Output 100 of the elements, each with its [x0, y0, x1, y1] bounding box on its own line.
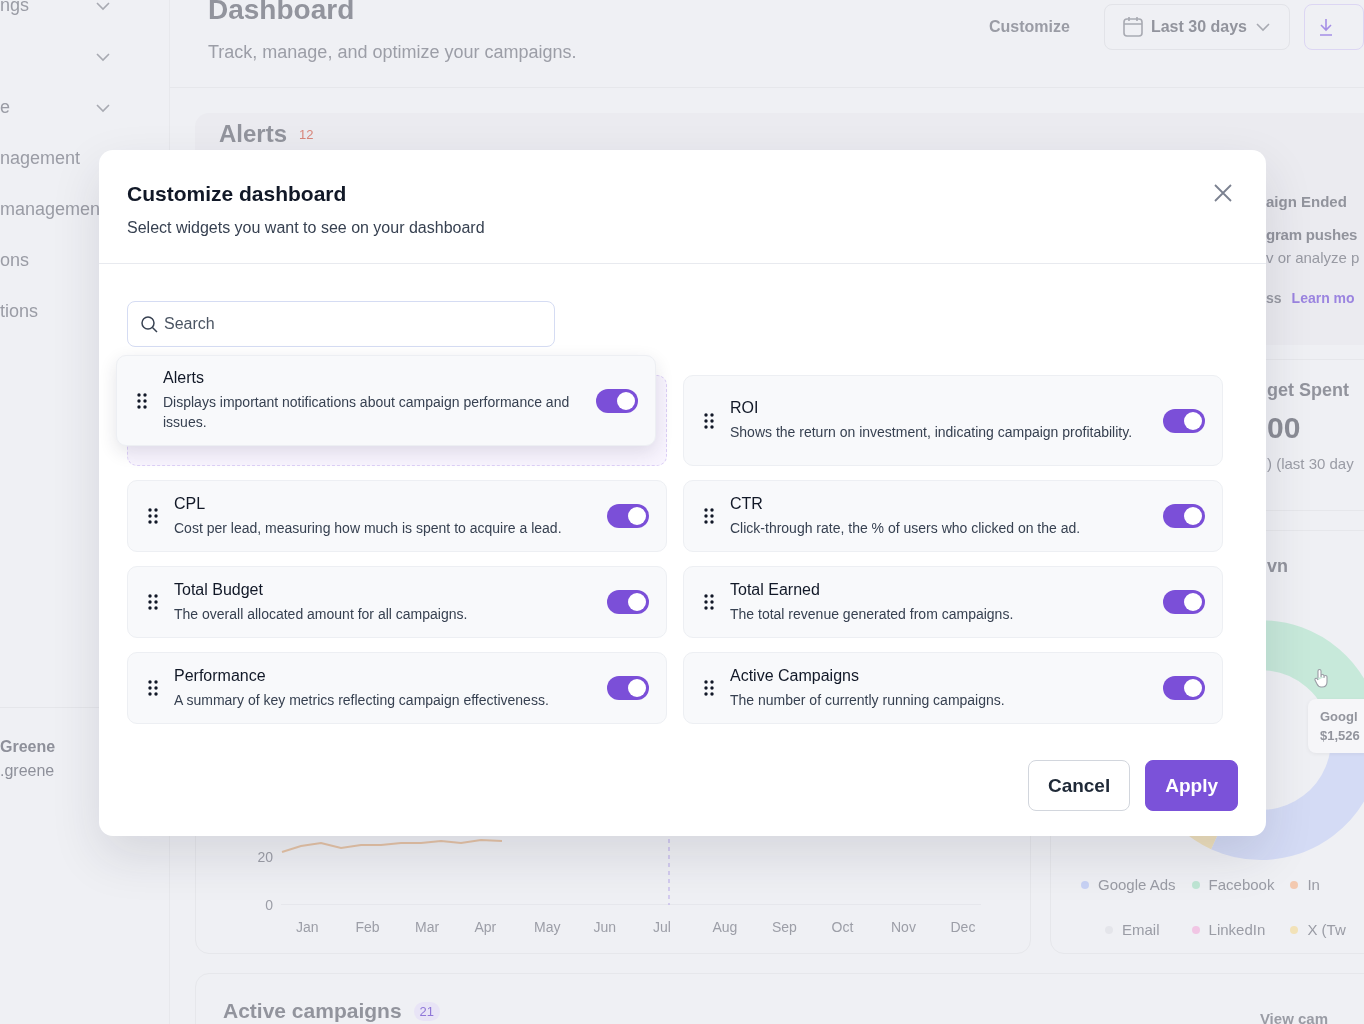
cancel-button[interactable]: Cancel	[1027, 760, 1131, 811]
widget-title: Alerts	[163, 369, 205, 387]
axis-label: Nov	[891, 919, 917, 935]
budget-value: 00	[1267, 411, 1302, 445]
alert-title: aign Ended	[1266, 193, 1348, 210]
drag-handle-icon[interactable]	[704, 680, 714, 696]
section-title: Active campaigns	[223, 999, 402, 1023]
card-title: get Spent	[1267, 380, 1350, 401]
widget-title: Active Campaigns	[730, 666, 860, 685]
alert-action[interactable]: ss	[1266, 290, 1282, 306]
widget-card[interactable]: Alerts Displays important notifications about campaign performance and issues.	[116, 355, 656, 446]
axis-label: Aug	[712, 919, 739, 935]
toggle-switch[interactable]	[1163, 676, 1205, 700]
alerts-count: 12	[299, 126, 314, 142]
close-icon	[1214, 184, 1232, 202]
close-button[interactable]	[1214, 184, 1232, 202]
axis-label: Apr	[474, 919, 498, 935]
widget-card[interactable]: Total Budget The overall allocated amount for all campaigns.	[127, 566, 667, 638]
page-subtitle: Track, manage, and optimize your campaigns.	[208, 42, 577, 63]
marker-line	[668, 839, 670, 905]
search-field[interactable]: Search	[127, 301, 555, 347]
sidebar-item[interactable]: managemen	[0, 199, 101, 220]
widget-title: CPL	[174, 494, 207, 513]
calendar-icon	[1122, 16, 1143, 37]
learn-more-link[interactable]: Learn mo	[1291, 290, 1355, 306]
toggle-switch[interactable]	[596, 388, 638, 413]
axis-label: Feb	[355, 919, 381, 935]
apply-button[interactable]: Apply	[1145, 760, 1238, 811]
legend-label: Facebook	[1208, 876, 1275, 893]
sidebar-item[interactable]: e	[0, 97, 10, 118]
widget-card[interactable]: Performance A summary of key metrics reflecting campaign effectiveness.	[127, 652, 667, 724]
widget-title: Total Earned	[730, 580, 821, 599]
legend-label: X (Tw	[1307, 921, 1346, 938]
widget-description: Displays important notifications about campaign performance and issues.	[163, 393, 571, 432]
widget-description: Cost per lead, measuring how much is spent to acquire a lead.	[174, 518, 563, 538]
axis-label: Dec	[950, 919, 977, 935]
campaigns-count: 21	[413, 1001, 441, 1021]
axis-label: Jul	[653, 919, 672, 935]
sidebar-item[interactable]: tions	[0, 301, 39, 322]
tooltip-value: $1,526	[1320, 728, 1360, 743]
widget-card[interactable]: ROI Shows the return on investment, indicating campaign profitability.	[683, 375, 1223, 466]
widget-card[interactable]: Active Campaigns The number of currently running campaigns.	[683, 652, 1223, 724]
widget-card[interactable]: Total Earned The total revenue generated from campaigns.	[683, 566, 1223, 638]
drag-handle-icon[interactable]	[137, 392, 147, 409]
section-title: Alerts	[219, 120, 288, 148]
axis-label: Sep	[772, 919, 798, 935]
dialog-title: Customize dashboard	[127, 182, 347, 206]
tooltip-label: Googl	[1320, 709, 1359, 724]
widget-description: The total revenue generated from campaigns.	[730, 604, 1015, 624]
user-handle: .greene	[0, 762, 56, 780]
legend-label: LinkedIn	[1208, 921, 1266, 938]
drag-handle-icon[interactable]	[148, 508, 158, 524]
widget-title: CTR	[730, 494, 764, 513]
widget-description: A summary of key metrics reflecting campaign effectiveness.	[174, 690, 550, 710]
toggle-switch[interactable]	[607, 676, 649, 700]
budget-note: ) (last 30 day	[1267, 455, 1355, 472]
widget-card[interactable]: CTR Click-through rate, the % of users who clicked on the ad.	[683, 480, 1223, 552]
view-campaigns-link[interactable]: View cam	[1259, 1010, 1328, 1024]
toggle-switch[interactable]	[607, 590, 649, 614]
widget-title: ROI	[730, 399, 760, 417]
card-title: vn	[1267, 556, 1288, 577]
widget-card[interactable]: CPL Cost per lead, measuring how much is spent to acquire a lead.	[127, 480, 667, 552]
widget-description: Click-through rate, the % of users who clicked on the ad.	[730, 518, 1082, 538]
drag-handle-icon[interactable]	[148, 680, 158, 696]
alert-message-bold: gram pushes	[1266, 226, 1359, 243]
widget-description: The overall allocated amount for all campaigns.	[174, 604, 469, 624]
toggle-switch[interactable]	[607, 504, 649, 528]
widget-title: Performance	[174, 666, 267, 685]
toggle-switch[interactable]	[1163, 590, 1205, 614]
axis-label: Mar	[415, 919, 441, 935]
search-icon	[141, 316, 158, 333]
widget-description: The number of currently running campaigns.	[730, 690, 1006, 710]
axis-label: Oct	[831, 919, 855, 935]
axis-label: May	[534, 919, 562, 935]
axis-label: 20	[256, 849, 273, 865]
drag-handle-icon[interactable]	[148, 594, 158, 610]
widget-description: Shows the return on investment, indicating campaign profitability.	[730, 423, 1134, 442]
download-icon	[1319, 17, 1333, 36]
widget-title: Total Budget	[174, 580, 264, 599]
axis-label: 0	[264, 897, 273, 913]
drag-handle-icon[interactable]	[704, 594, 714, 610]
toggle-switch[interactable]	[1163, 504, 1205, 528]
sidebar-item[interactable]: ons	[0, 250, 30, 271]
drag-handle-icon[interactable]	[704, 412, 714, 429]
customize-link[interactable]: Customize	[989, 17, 1070, 36]
dialog-subtitle: Select widgets you want to see on your dashboard	[127, 219, 485, 237]
user-name: Greene	[0, 738, 57, 756]
axis-label: Jun	[593, 919, 618, 935]
chevron-down-icon	[1255, 21, 1271, 32]
toggle-switch[interactable]	[1163, 408, 1205, 433]
date-range-button[interactable]: Last 30 days	[1103, 3, 1290, 50]
axis-label: Jan	[296, 919, 320, 935]
sidebar-item[interactable]: nagement	[0, 148, 81, 169]
legend-label: Google Ads	[1098, 876, 1176, 893]
alert-message: v or analyze p	[1266, 249, 1361, 266]
legend-label: In	[1307, 876, 1320, 893]
sidebar-item[interactable]: ngs	[0, 0, 30, 16]
hand-cursor-icon	[1313, 668, 1329, 688]
legend-label: Email	[1122, 921, 1160, 938]
drag-handle-icon[interactable]	[704, 508, 714, 524]
